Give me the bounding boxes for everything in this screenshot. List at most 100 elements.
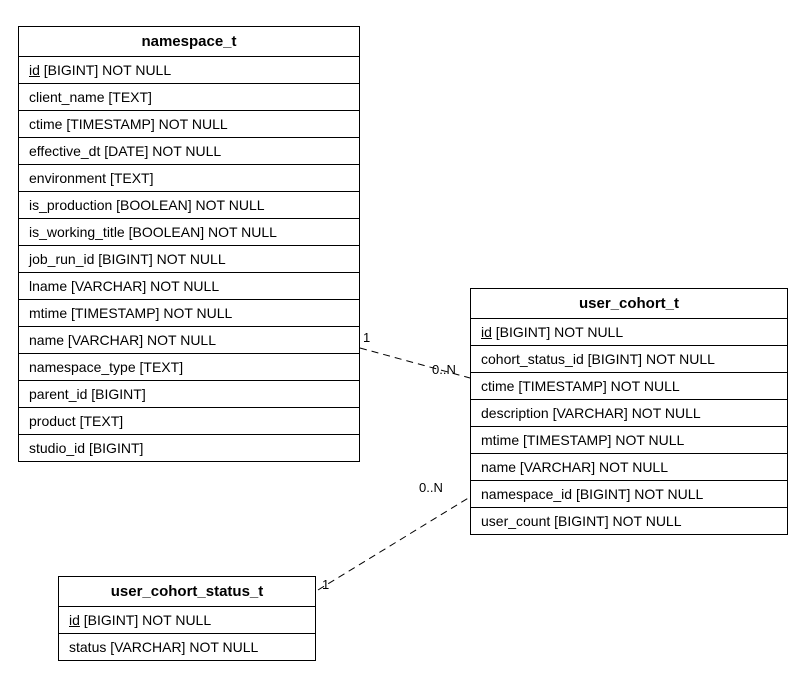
cardinality-label: 0..N [419, 480, 443, 495]
field-constraint: NOT NULL [196, 197, 265, 213]
field-row: product [TEXT] [19, 408, 359, 435]
field-name: lname [29, 278, 67, 294]
field-type: [TIMESTAMP] [518, 378, 606, 394]
field-name: namespace_id [481, 486, 572, 502]
field-constraint: NOT NULL [599, 459, 668, 475]
field-type: [BIGINT] [554, 513, 608, 529]
field-row: mtime [TIMESTAMP] NOT NULL [471, 427, 787, 454]
field-name: environment [29, 170, 106, 186]
field-constraint: NOT NULL [147, 332, 216, 348]
field-name: name [29, 332, 64, 348]
field-constraint: NOT NULL [152, 143, 221, 159]
field-row: ctime [TIMESTAMP] NOT NULL [19, 111, 359, 138]
field-type: [TIMESTAMP] [66, 116, 154, 132]
field-row: job_run_id [BIGINT] NOT NULL [19, 246, 359, 273]
field-type: [BIGINT] [84, 612, 138, 628]
field-type: [DATE] [104, 143, 148, 159]
field-type: [VARCHAR] [553, 405, 628, 421]
field-type: [TIMESTAMP] [71, 305, 159, 321]
field-row: is_production [BOOLEAN] NOT NULL [19, 192, 359, 219]
field-type: [BIGINT] [44, 62, 98, 78]
field-name: mtime [29, 305, 67, 321]
field-name: effective_dt [29, 143, 100, 159]
field-row: lname [VARCHAR] NOT NULL [19, 273, 359, 300]
field-type: [TEXT] [80, 413, 124, 429]
field-name: parent_id [29, 386, 87, 402]
field-constraint: NOT NULL [163, 305, 232, 321]
field-name: id [69, 612, 80, 628]
field-constraint: NOT NULL [208, 224, 277, 240]
field-name: namespace_type [29, 359, 136, 375]
cardinality-label: 1 [322, 577, 329, 592]
field-row: mtime [TIMESTAMP] NOT NULL [19, 300, 359, 327]
field-row: client_name [TEXT] [19, 84, 359, 111]
field-row: description [VARCHAR] NOT NULL [471, 400, 787, 427]
field-type: [BIGINT] [91, 386, 145, 402]
field-type: [VARCHAR] [68, 332, 143, 348]
field-type: [BIGINT] [588, 351, 642, 367]
field-name: studio_id [29, 440, 85, 456]
field-type: [BIGINT] [89, 440, 143, 456]
field-row: environment [TEXT] [19, 165, 359, 192]
field-row: name [VARCHAR] NOT NULL [19, 327, 359, 354]
field-type: [TEXT] [140, 359, 184, 375]
field-type: [TEXT] [110, 170, 154, 186]
field-constraint: NOT NULL [157, 251, 226, 267]
field-constraint: NOT NULL [611, 378, 680, 394]
field-row: id [BIGINT] NOT NULL [59, 607, 315, 634]
field-row: id [BIGINT] NOT NULL [19, 57, 359, 84]
field-name: product [29, 413, 76, 429]
field-row: namespace_type [TEXT] [19, 354, 359, 381]
field-name: status [69, 639, 106, 655]
cardinality-label: 0..N [432, 362, 456, 377]
field-constraint: NOT NULL [615, 432, 684, 448]
field-type: [BIGINT] [98, 251, 152, 267]
field-row: user_count [BIGINT] NOT NULL [471, 508, 787, 534]
field-constraint: NOT NULL [189, 639, 258, 655]
field-name: cohort_status_id [481, 351, 584, 367]
field-row: parent_id [BIGINT] [19, 381, 359, 408]
field-type: [BIGINT] [576, 486, 630, 502]
entity-title: user_cohort_status_t [59, 577, 315, 607]
entity-title: user_cohort_t [471, 289, 787, 319]
field-type: [BIGINT] [496, 324, 550, 340]
field-name: name [481, 459, 516, 475]
field-constraint: NOT NULL [632, 405, 701, 421]
field-constraint: NOT NULL [613, 513, 682, 529]
entity-title: namespace_t [19, 27, 359, 57]
field-row: effective_dt [DATE] NOT NULL [19, 138, 359, 165]
field-name: client_name [29, 89, 105, 105]
entity-namespace-t: namespace_t id [BIGINT] NOT NULL client_… [18, 26, 360, 462]
entity-user-cohort-t: user_cohort_t id [BIGINT] NOT NULL cohor… [470, 288, 788, 535]
field-type: [BOOLEAN] [129, 224, 204, 240]
field-name: is_working_title [29, 224, 125, 240]
field-name: user_count [481, 513, 550, 529]
field-type: [TEXT] [108, 89, 152, 105]
field-row: cohort_status_id [BIGINT] NOT NULL [471, 346, 787, 373]
field-row: name [VARCHAR] NOT NULL [471, 454, 787, 481]
field-name: is_production [29, 197, 112, 213]
field-constraint: NOT NULL [159, 116, 228, 132]
field-constraint: NOT NULL [102, 62, 171, 78]
field-name: ctime [481, 378, 514, 394]
field-constraint: NOT NULL [646, 351, 715, 367]
field-type: [VARCHAR] [71, 278, 146, 294]
field-type: [VARCHAR] [520, 459, 595, 475]
field-type: [TIMESTAMP] [523, 432, 611, 448]
field-constraint: NOT NULL [150, 278, 219, 294]
field-row: id [BIGINT] NOT NULL [471, 319, 787, 346]
field-type: [VARCHAR] [110, 639, 185, 655]
field-row: ctime [TIMESTAMP] NOT NULL [471, 373, 787, 400]
field-name: mtime [481, 432, 519, 448]
field-type: [BOOLEAN] [116, 197, 191, 213]
field-constraint: NOT NULL [634, 486, 703, 502]
field-row: status [VARCHAR] NOT NULL [59, 634, 315, 660]
field-name: ctime [29, 116, 62, 132]
field-constraint: NOT NULL [142, 612, 211, 628]
field-name: job_run_id [29, 251, 94, 267]
entity-user-cohort-status-t: user_cohort_status_t id [BIGINT] NOT NUL… [58, 576, 316, 661]
field-name: id [29, 62, 40, 78]
field-row: namespace_id [BIGINT] NOT NULL [471, 481, 787, 508]
field-name: id [481, 324, 492, 340]
cardinality-label: 1 [363, 330, 370, 345]
